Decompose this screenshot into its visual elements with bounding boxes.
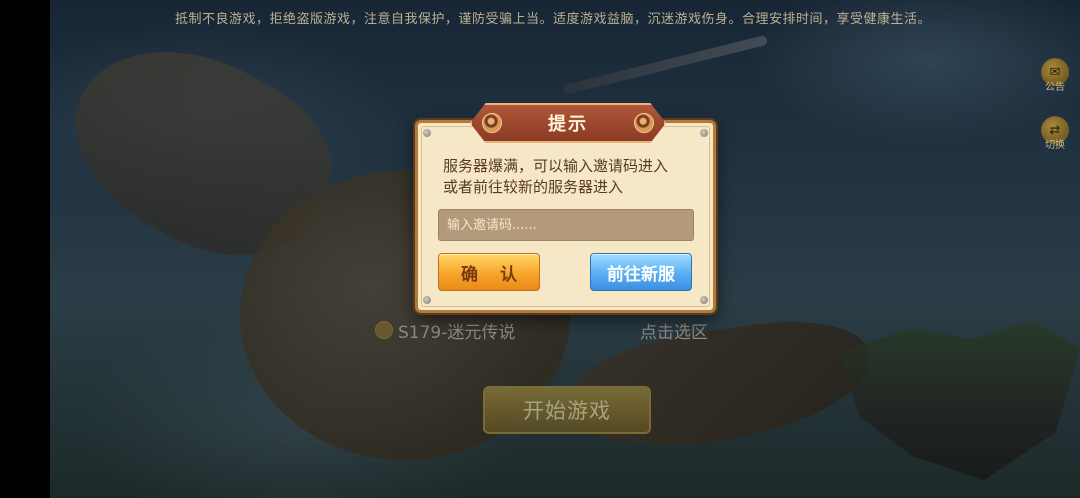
go-new-server-button[interactable]: 前往新服 [590,253,692,291]
start-game-button[interactable]: 开始游戏 [483,386,651,434]
confirm-button[interactable]: 确 认 [438,253,540,291]
dialog-title: 提示 [548,114,588,135]
announcement-label: 公告 [1045,82,1065,93]
server-selector[interactable]: S179-迷元传说 点击选区 [375,318,735,343]
health-notice: 抵制不良游戏，拒绝盗版游戏，注意自我保护，谨防受骗上当。适度游戏益脑，沉迷游戏伤… [175,12,932,27]
switch-account-label: 切换 [1045,140,1065,151]
server-status-icon [375,321,393,339]
title-rivet-icon [634,113,654,133]
announcement-button[interactable]: ✉ 公告 [1040,58,1070,94]
invite-code-input[interactable] [438,209,694,241]
select-server-link[interactable]: 点击选区 [640,318,708,343]
corner-rivet-icon [423,296,431,304]
dialog-title-plate: 提示 [470,103,666,143]
title-rivet-icon [482,113,502,133]
corner-rivet-icon [423,129,431,137]
server-name: S179-迷元传说 [398,322,516,343]
switch-account-button[interactable]: ⇄ 切换 [1040,116,1070,152]
notice-dialog: 提示 服务器爆满，可以输入邀请码进入 或者前往较新的服务器进入 确 认 前往新服 [415,103,716,313]
corner-rivet-icon [700,296,708,304]
dialog-message-line1: 服务器爆满，可以输入邀请码进入 [443,157,669,175]
dialog-message: 服务器爆满，可以输入邀请码进入 或者前往较新的服务器进入 [443,156,703,198]
dialog-message-line2: 或者前往较新的服务器进入 [443,178,624,196]
corner-rivet-icon [700,129,708,137]
screen-left-bezel [0,0,50,498]
